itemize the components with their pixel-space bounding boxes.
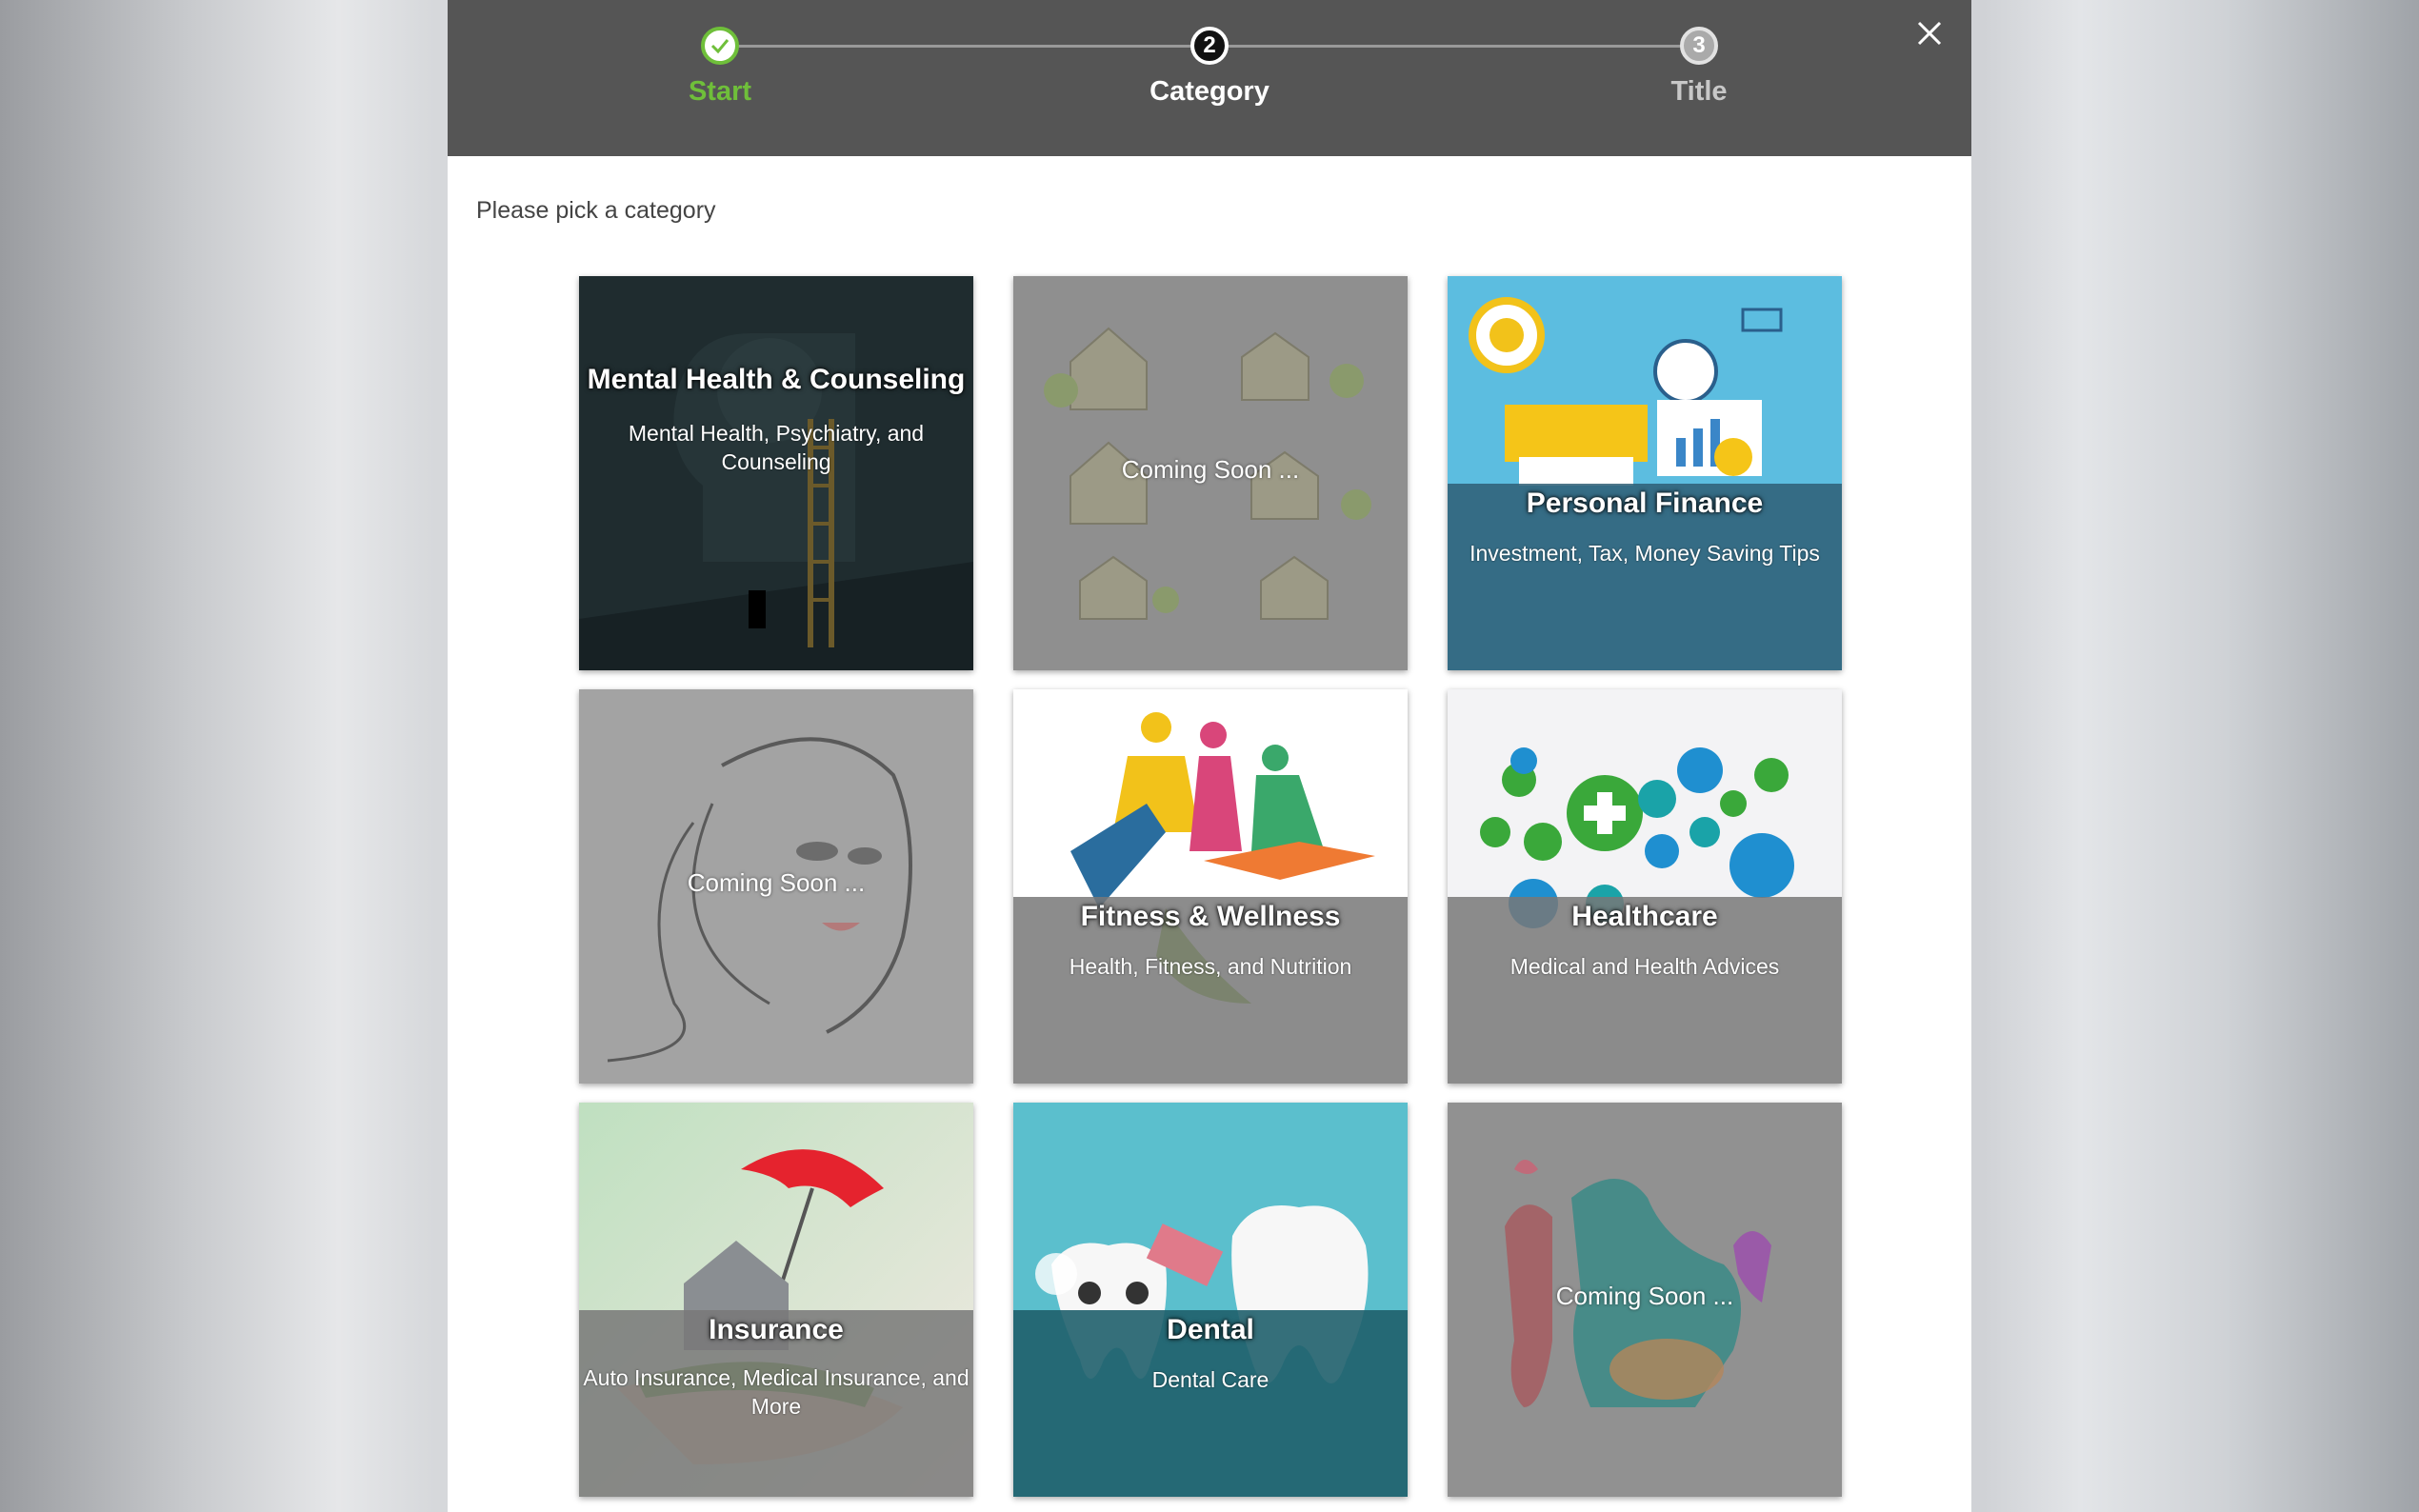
category-subtitle: Medical and Health Advices bbox=[1509, 954, 1780, 979]
category-subtitle: Auto Insurance, Medical Insurance, and M… bbox=[583, 1365, 970, 1419]
category-card-coming-soon-beauty[interactable]: Coming Soon ... bbox=[579, 689, 973, 1084]
category-card-fitness-wellness[interactable]: Fitness & Wellness Health, Fitness, and … bbox=[1013, 689, 1408, 1084]
category-title: Personal Finance bbox=[1526, 487, 1764, 519]
category-subtitle: Dental Care bbox=[1151, 1367, 1269, 1392]
category-card-healthcare[interactable]: Healthcare Medical and Health Advices bbox=[1448, 689, 1842, 1084]
category-card-mental-health[interactable]: Mental Health & Counseling Mental Health… bbox=[579, 276, 973, 670]
step-start[interactable]: Start bbox=[596, 27, 844, 108]
step-category[interactable]: 2 Category bbox=[1086, 27, 1333, 108]
category-subtitle: Investment, Tax, Money Saving Tips bbox=[1469, 541, 1820, 566]
category-title: Healthcare bbox=[1571, 901, 1718, 932]
step-title[interactable]: 3 Title bbox=[1575, 27, 1823, 108]
category-title: Mental Health & Counseling bbox=[587, 364, 966, 395]
pick-category-prompt: Please pick a category bbox=[476, 197, 716, 224]
step-number-3: 3 bbox=[1680, 27, 1718, 65]
category-card-dental[interactable]: Dental Dental Care bbox=[1013, 1103, 1408, 1497]
step-number-2: 2 bbox=[1190, 27, 1229, 65]
step-title-label: Title bbox=[1670, 76, 1728, 107]
category-subtitle: Health, Fitness, and Nutrition bbox=[1069, 954, 1352, 979]
step-category-label: Category bbox=[1150, 76, 1269, 107]
step-start-label: Start bbox=[688, 76, 752, 107]
close-icon bbox=[1917, 21, 1942, 46]
wizard-header: Start 2 Category 3 Title bbox=[448, 0, 1971, 156]
category-grid: Mental Health & Counseling Mental Health… bbox=[579, 276, 1842, 1512]
check-icon bbox=[701, 27, 739, 65]
category-title: Fitness & Wellness bbox=[1080, 901, 1341, 932]
category-card-coming-soon-pets[interactable]: Coming Soon ... bbox=[1448, 1103, 1842, 1497]
coming-soon-label: Coming Soon ... bbox=[687, 868, 866, 897]
coming-soon-label: Coming Soon ... bbox=[1121, 455, 1300, 484]
coming-soon-label: Coming Soon ... bbox=[1555, 1282, 1734, 1310]
close-button[interactable] bbox=[1912, 17, 1947, 51]
category-card-personal-finance[interactable]: Personal Finance Investment, Tax, Money … bbox=[1448, 276, 1842, 670]
category-subtitle: Mental Health, Psychiatry, and Counselin… bbox=[628, 421, 925, 474]
category-title: Insurance bbox=[709, 1314, 844, 1345]
category-picker-dialog: Start 2 Category 3 Title Please pick a c… bbox=[448, 0, 1971, 1512]
category-card-coming-soon-houses[interactable]: Coming Soon ... bbox=[1013, 276, 1408, 670]
category-card-insurance[interactable]: Insurance Auto Insurance, Medical Insura… bbox=[579, 1103, 973, 1497]
category-title: Dental bbox=[1167, 1314, 1254, 1345]
